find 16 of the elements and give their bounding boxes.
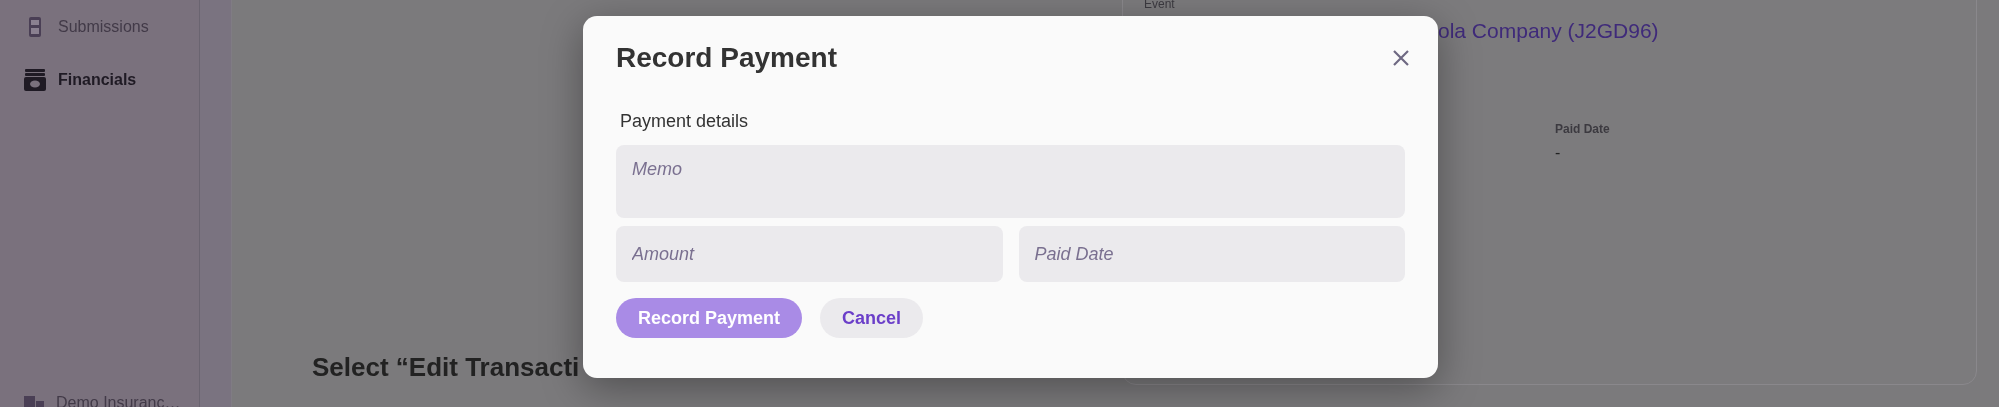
event-label: Event [1144,0,1175,13]
dialog-title: Record Payment [616,41,837,75]
cash-stack-icon [24,69,46,91]
phone-icon [28,17,42,37]
input-field[interactable]: Paid Date [1018,226,1405,282]
paid-date-value: - [1555,143,1561,163]
sidebar-item[interactable]: Financials [24,69,199,91]
paid-date-label: Paid Date [1555,121,1610,138]
section-label: Payment details [620,110,750,133]
cancel-button[interactable]: Cancel [820,298,924,338]
building-icon [24,396,44,407]
event-link[interactable]: ola Company (J2GD96) [1438,15,1659,47]
memo-field[interactable]: Memo [616,145,1405,218]
sidebar-item[interactable]: Submissions [24,16,199,38]
instruction-heading: Select “Edit Transacti [312,351,581,384]
close-icon [1392,49,1410,67]
